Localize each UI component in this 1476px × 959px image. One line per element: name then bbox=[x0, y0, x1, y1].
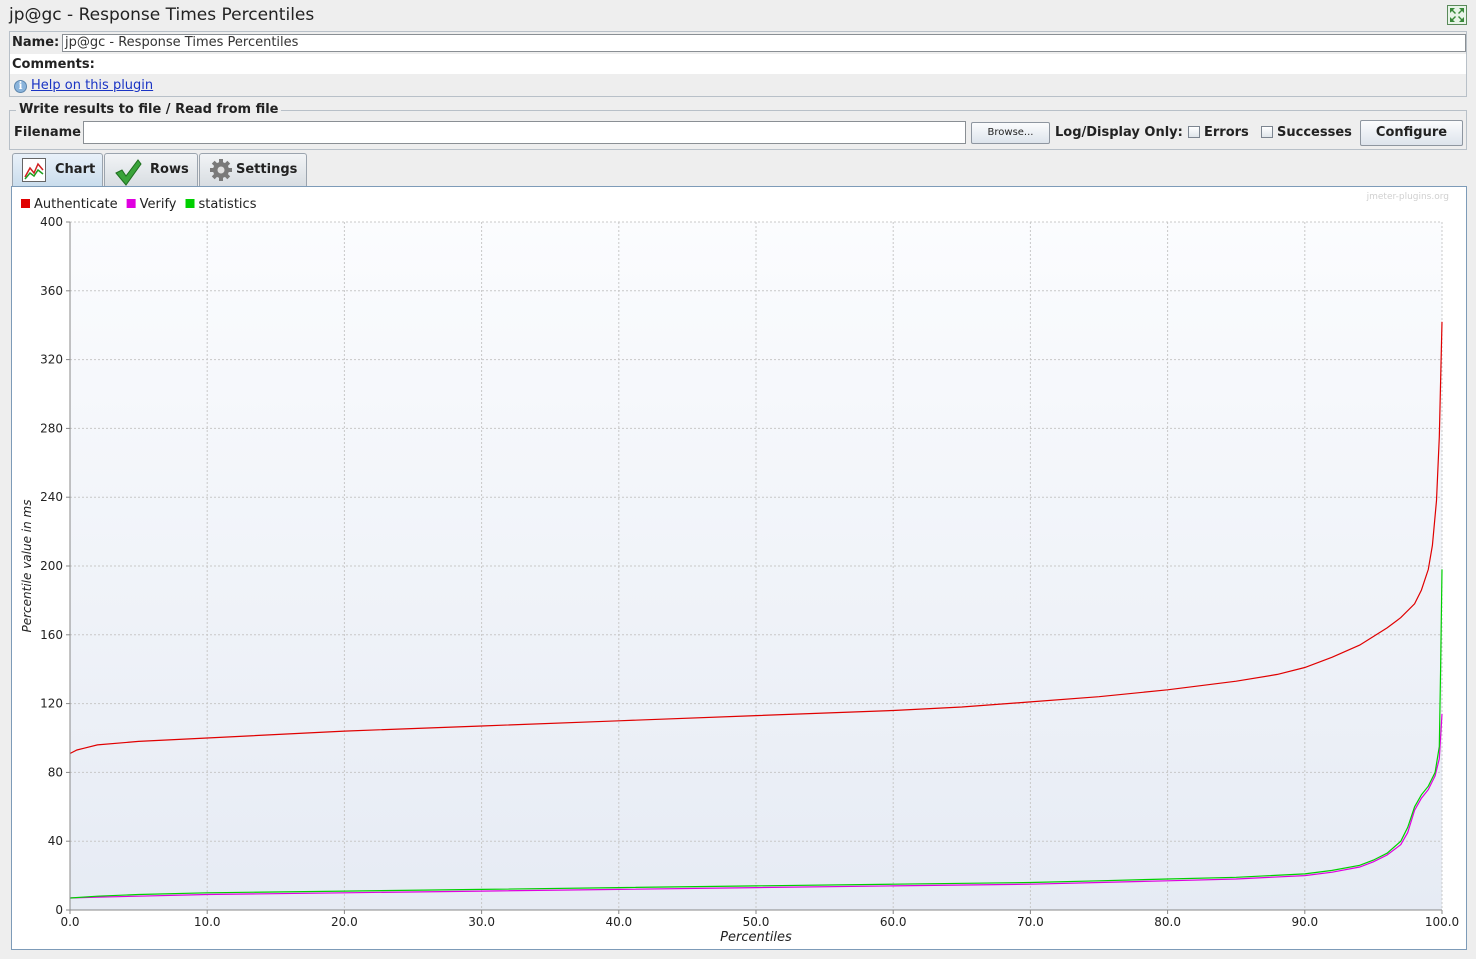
expand-icon[interactable] bbox=[1447, 5, 1467, 25]
y-tick-label: 80 bbox=[48, 765, 63, 779]
browse-button[interactable]: Browse... bbox=[971, 122, 1050, 144]
x-tick-label: 40.0 bbox=[605, 915, 632, 929]
percentiles-chart: 0.0 10.0 20.0 30.0 40.0 50.0 60.0 70.0 80.0 90.0 1… bbox=[20, 192, 1459, 945]
title-bar: jp@gc - Response Times Percentiles bbox=[0, 0, 1476, 30]
properties-panel: Name: jp@gc - Response Times Percentiles… bbox=[9, 31, 1467, 97]
legend-swatch bbox=[185, 199, 195, 208]
y-tick-label: 40 bbox=[48, 834, 63, 848]
legend-swatch bbox=[21, 199, 30, 208]
x-tick-label: 90.0 bbox=[1291, 915, 1318, 929]
y-tick-label: 200 bbox=[40, 559, 63, 573]
legend-label: Authenticate bbox=[34, 197, 118, 212]
x-tick-label: 60.0 bbox=[880, 915, 907, 929]
y-tick-label: 400 bbox=[40, 215, 63, 229]
chart-panel: 0.0 10.0 20.0 30.0 40.0 50.0 60.0 70.0 80.0 90.0 1… bbox=[11, 186, 1467, 950]
y-axis-label: Percentile value in ms bbox=[20, 500, 34, 633]
x-tick-label: 50.0 bbox=[743, 915, 770, 929]
tab-rows-label: Rows bbox=[150, 162, 189, 177]
configure-button[interactable]: Configure bbox=[1360, 120, 1463, 146]
tab-settings-label: Settings bbox=[236, 162, 298, 177]
x-tick-label: 80.0 bbox=[1154, 915, 1181, 929]
legend-label: statistics bbox=[199, 197, 257, 212]
chart-icon bbox=[22, 158, 46, 182]
filename-label: Filename bbox=[14, 125, 81, 140]
x-tick-label: 100.0 bbox=[1425, 915, 1459, 929]
comments-label: Comments: bbox=[12, 57, 95, 72]
file-section: Write results to file / Read from file F… bbox=[9, 102, 1467, 150]
x-tick-label: 20.0 bbox=[331, 915, 358, 929]
errors-label: Errors bbox=[1204, 125, 1249, 140]
y-tick-label: 360 bbox=[40, 284, 63, 298]
name-label: Name: bbox=[12, 35, 60, 50]
tab-chart-label: Chart bbox=[55, 162, 96, 177]
successes-label: Successes bbox=[1277, 125, 1352, 140]
legend-swatch bbox=[126, 199, 136, 208]
watermark: jmeter-plugins.org bbox=[1366, 192, 1449, 202]
x-axis-label: Percentiles bbox=[720, 930, 792, 945]
checkmark-icon bbox=[114, 158, 142, 186]
y-tick-label: 240 bbox=[40, 490, 63, 504]
y-tick-label: 0 bbox=[55, 903, 63, 917]
help-link[interactable]: Help on this plugin bbox=[31, 78, 153, 93]
file-section-legend: Write results to file / Read from file bbox=[16, 102, 282, 117]
x-tick-label: 70.0 bbox=[1017, 915, 1044, 929]
name-row: Name: jp@gc - Response Times Percentiles bbox=[10, 32, 1466, 54]
log-display-label: Log/Display Only: bbox=[1055, 125, 1183, 140]
legend-label: Verify bbox=[140, 197, 177, 212]
filename-input[interactable] bbox=[83, 121, 966, 144]
tab-chart[interactable]: Chart bbox=[12, 153, 103, 187]
x-tick-label: 30.0 bbox=[468, 915, 495, 929]
y-tick-label: 320 bbox=[40, 353, 63, 367]
x-tick-label: 0.0 bbox=[60, 915, 79, 929]
tab-settings[interactable]: Settings bbox=[199, 153, 307, 186]
name-input[interactable]: jp@gc - Response Times Percentiles bbox=[62, 34, 1466, 52]
tab-rows[interactable]: Rows bbox=[104, 153, 198, 186]
info-icon: i bbox=[14, 80, 27, 93]
x-tick-label: 10.0 bbox=[194, 915, 221, 929]
window-title: jp@gc - Response Times Percentiles bbox=[9, 5, 315, 25]
y-tick-label: 280 bbox=[40, 421, 63, 435]
gear-icon bbox=[209, 158, 233, 182]
help-row: i Help on this plugin bbox=[10, 74, 1466, 96]
y-tick-label: 160 bbox=[40, 628, 63, 642]
comments-row[interactable]: Comments: bbox=[10, 54, 1466, 74]
errors-checkbox[interactable] bbox=[1188, 126, 1200, 138]
successes-checkbox[interactable] bbox=[1261, 126, 1273, 138]
y-tick-label: 120 bbox=[40, 697, 63, 711]
